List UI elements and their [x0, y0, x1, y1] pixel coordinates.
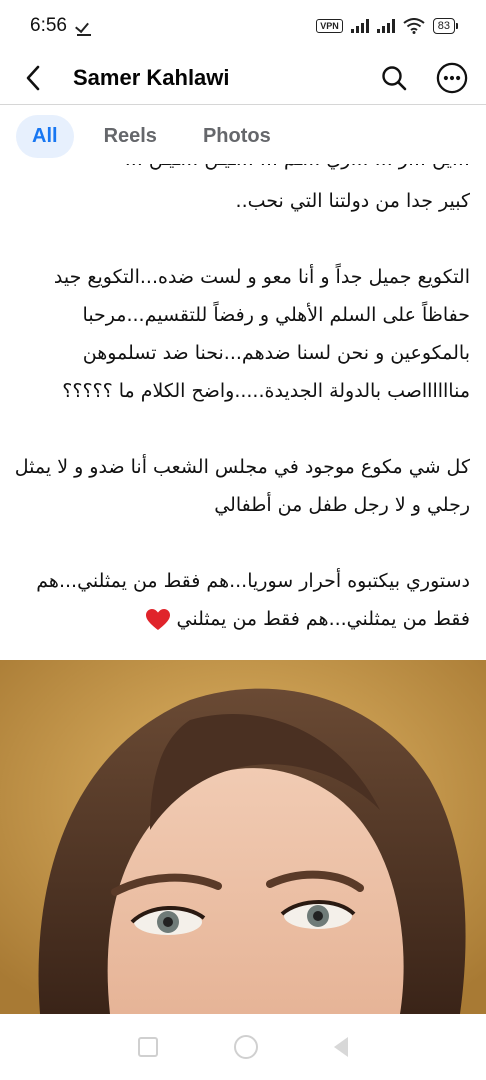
- header-divider: [0, 104, 486, 105]
- battery-level: 83: [432, 18, 455, 34]
- post-paragraph: كبير جدا من دولتنا التي نحب..: [235, 190, 470, 212]
- red-heart-icon: [145, 608, 170, 630]
- search-button[interactable]: [378, 62, 410, 94]
- status-time: 6:56: [30, 15, 67, 36]
- signal-icon-secondary: [376, 19, 395, 33]
- portrait-image: [0, 660, 486, 1014]
- wifi-icon: [403, 18, 425, 34]
- search-icon: [382, 66, 407, 91]
- recent-apps-button[interactable]: [138, 1037, 158, 1057]
- post-paragraph-text: دستوري بيكتبوه أحرار سوريا...هم فقط من ي…: [36, 570, 470, 630]
- post-text: ...ين ...ر ... ...ري ...ـم ... ...ـيـن .…: [14, 164, 470, 658]
- back-button[interactable]: [18, 63, 48, 93]
- post-paragraph: التكويع جميل جداً و أنا معو و لست ضده...…: [53, 266, 470, 402]
- app-bar-actions: [378, 62, 468, 94]
- status-indicators: VPN 83: [316, 18, 458, 34]
- download-complete-icon: [76, 19, 91, 36]
- tab-reels[interactable]: Reels: [88, 115, 173, 158]
- post-paragraph-last: دستوري بيكتبوه أحرار سوريا...هم فقط من ي…: [14, 562, 470, 638]
- post-photo[interactable]: [0, 660, 486, 1014]
- system-back-button[interactable]: [334, 1037, 348, 1057]
- system-nav-bar: [0, 1014, 486, 1080]
- more-options-icon: [436, 62, 468, 94]
- filter-tabs: All Reels Photos: [0, 108, 486, 164]
- tab-photos[interactable]: Photos: [187, 115, 287, 158]
- post-paragraph: كل شي مكوع موجود في مجلس الشعب أنا ضدو و…: [14, 456, 470, 516]
- home-button[interactable]: [234, 1035, 258, 1059]
- clipped-text-line: ...ين ...ر ... ...ري ...ـم ... ...ـيـن .…: [14, 164, 470, 180]
- status-bar: 6:56 VPN 83: [0, 0, 486, 52]
- vpn-badge: VPN: [316, 19, 343, 33]
- page-title: Samer Kahlawi: [73, 65, 230, 90]
- more-options-button[interactable]: [436, 62, 468, 94]
- tab-all[interactable]: All: [16, 114, 74, 158]
- back-arrow-icon: [26, 65, 40, 91]
- app-bar: Samer Kahlawi: [0, 52, 486, 104]
- signal-icon: [350, 19, 369, 33]
- battery-icon: 83: [432, 18, 458, 34]
